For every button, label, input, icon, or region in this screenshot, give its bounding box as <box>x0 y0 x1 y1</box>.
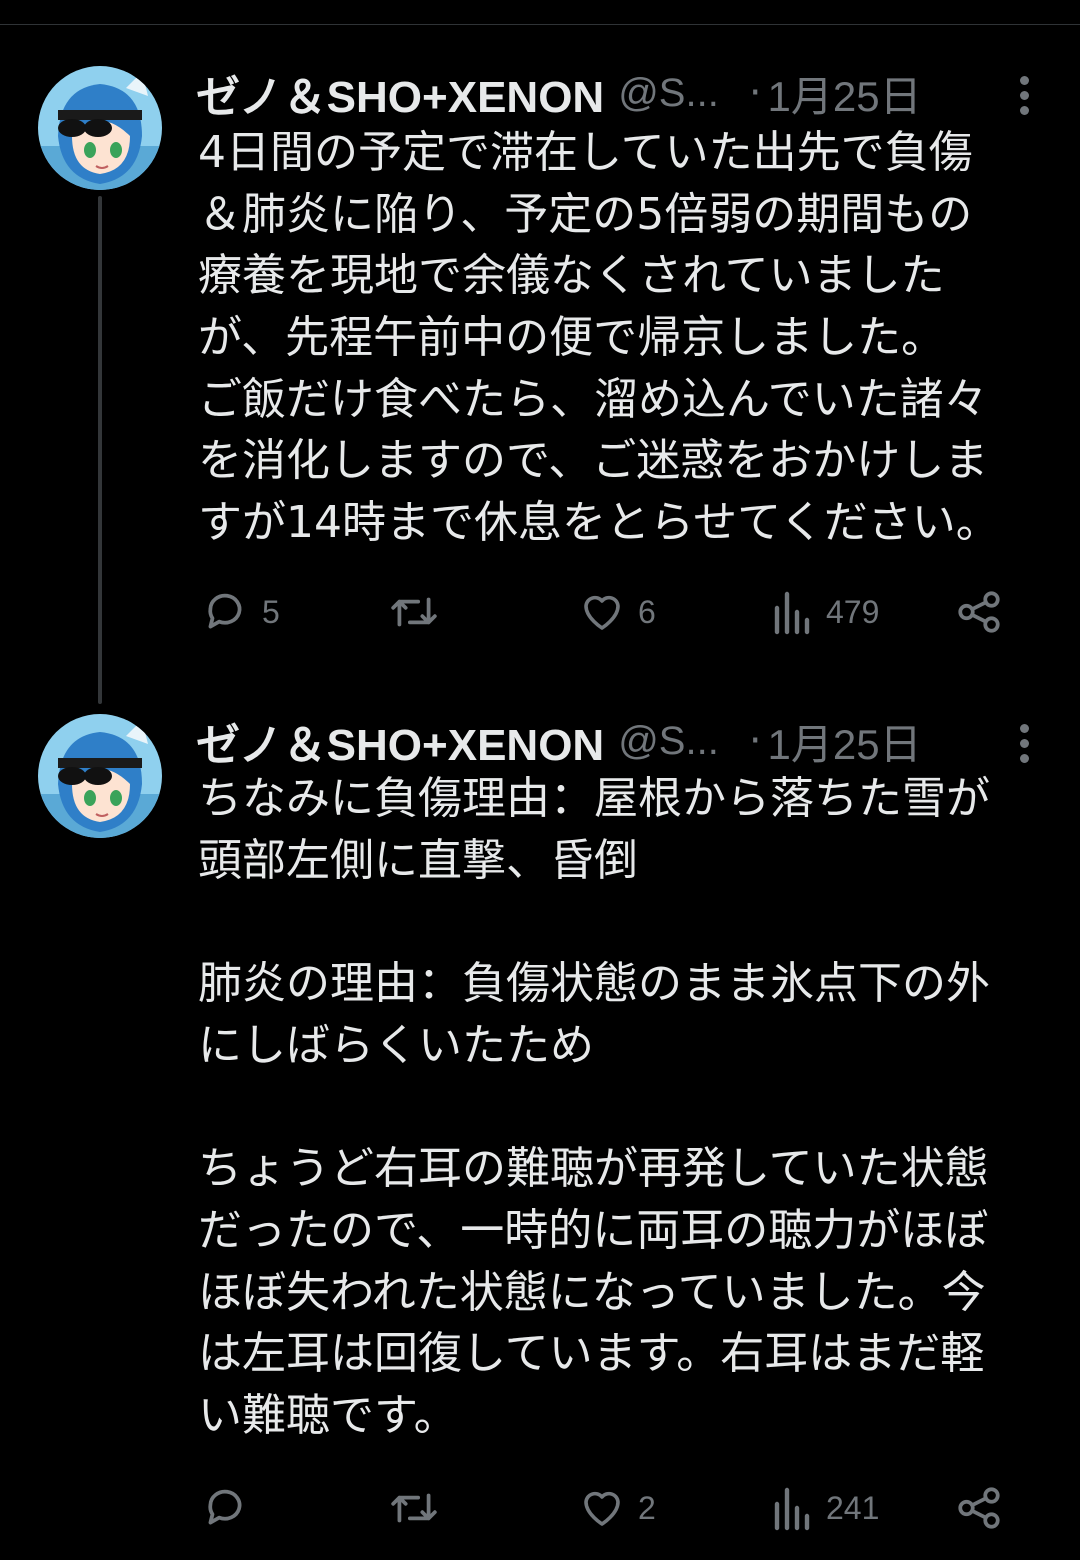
text-line: ちょうど右耳の難聴が再発していた状態 <box>198 1143 989 1195</box>
like-icon <box>584 1491 620 1526</box>
views-icon <box>774 1487 810 1531</box>
separator-dot: · <box>748 70 762 116</box>
retweet-icon <box>391 1493 437 1523</box>
more-icon[interactable] <box>1020 76 1030 121</box>
separator-dot: · <box>748 718 762 764</box>
text-line <box>198 891 1028 953</box>
author-handle[interactable]: @S... <box>618 71 719 116</box>
like-button[interactable]: 2 <box>578 1478 656 1538</box>
top-divider <box>0 24 1080 25</box>
like-icon <box>584 595 620 630</box>
text-line: は左耳は回復しています。右耳はまだ軽 <box>198 1328 985 1380</box>
view-count: 479 <box>826 593 880 630</box>
tweet-header: ゼノ＆SHO+XENON @S... · 1月25日 <box>196 706 1046 776</box>
text-line: 療養を現地で余儀なくされていました <box>198 250 945 302</box>
reply-button[interactable] <box>200 1478 262 1538</box>
views-icon <box>774 591 810 635</box>
retweet-button[interactable] <box>386 1478 442 1538</box>
share-icon <box>958 1487 1000 1529</box>
text-line: ちなみに負傷理由：屋根から落ちた雪が <box>198 773 990 824</box>
like-button[interactable]: 6 <box>578 582 656 642</box>
views-button[interactable]: 479 <box>772 582 879 642</box>
reply-count: 5 <box>262 593 280 630</box>
more-icon[interactable] <box>1020 724 1030 769</box>
retweet-button[interactable] <box>386 582 442 642</box>
tweet-text: ちなみに負傷理由：屋根から落ちた雪が 頭部左側に直撃、昏倒 肺炎の理由：負傷状態… <box>198 768 1028 1447</box>
text-line: い難聴です。 <box>198 1389 458 1441</box>
text-line: だったので、一時的に両耳の聴力がほぼ <box>198 1204 989 1256</box>
tweet-date[interactable]: 1月25日 <box>768 63 922 124</box>
avatar[interactable] <box>38 714 162 838</box>
like-count: 2 <box>638 1489 656 1526</box>
text-line: を消化しますので、ご迷惑をおかけしま <box>198 435 989 487</box>
reply-icon <box>208 593 242 629</box>
view-count: 241 <box>826 1489 880 1526</box>
text-line <box>198 1076 1028 1138</box>
tweet-actions: 5 6 479 <box>0 582 1080 642</box>
text-line: ほぼ失われた状態になっていました。今 <box>198 1266 986 1318</box>
tweet-date[interactable]: 1月25日 <box>768 711 922 772</box>
reply-button[interactable]: 5 <box>200 582 280 642</box>
text-line: すが14時まで休息をとらせてください。 <box>198 497 1000 549</box>
tweet-text: 4日間の予定で滞在していた出先で負傷 ＆肺炎に陥り、予定の5倍弱の期間もの 療養… <box>198 122 1028 554</box>
text-line: 4日間の予定で滞在していた出先で負傷 <box>198 127 973 178</box>
retweet-icon <box>391 597 437 627</box>
share-button[interactable] <box>954 582 1004 642</box>
like-count: 6 <box>638 593 656 630</box>
views-button[interactable]: 241 <box>772 1478 879 1538</box>
text-line: 肺炎の理由：負傷状態のまま氷点下の外 <box>198 958 990 1010</box>
author-name[interactable]: ゼノ＆SHO+XENON <box>196 709 604 773</box>
author-handle[interactable]: @S... <box>618 719 719 764</box>
reply-icon <box>208 1489 242 1525</box>
author-name[interactable]: ゼノ＆SHO+XENON <box>196 61 604 125</box>
share-icon <box>958 591 1000 633</box>
text-line: ご飯だけ食べたら、溜め込んでいた諸々 <box>198 373 988 425</box>
avatar[interactable] <box>38 66 162 190</box>
text-line: 頭部左側に直撃、昏倒 <box>198 834 638 886</box>
text-line: にしばらくいたため <box>198 1019 594 1071</box>
text-line: ＆肺炎に陥り、予定の5倍弱の期間もの <box>198 188 973 240</box>
tweet-header: ゼノ＆SHO+XENON @S... · 1月25日 <box>196 58 1046 128</box>
text-line: が、先程午前中の便で帰京しました。 <box>198 312 946 364</box>
share-button[interactable] <box>954 1478 1004 1538</box>
tweet-actions: 2 241 <box>0 1478 1080 1538</box>
